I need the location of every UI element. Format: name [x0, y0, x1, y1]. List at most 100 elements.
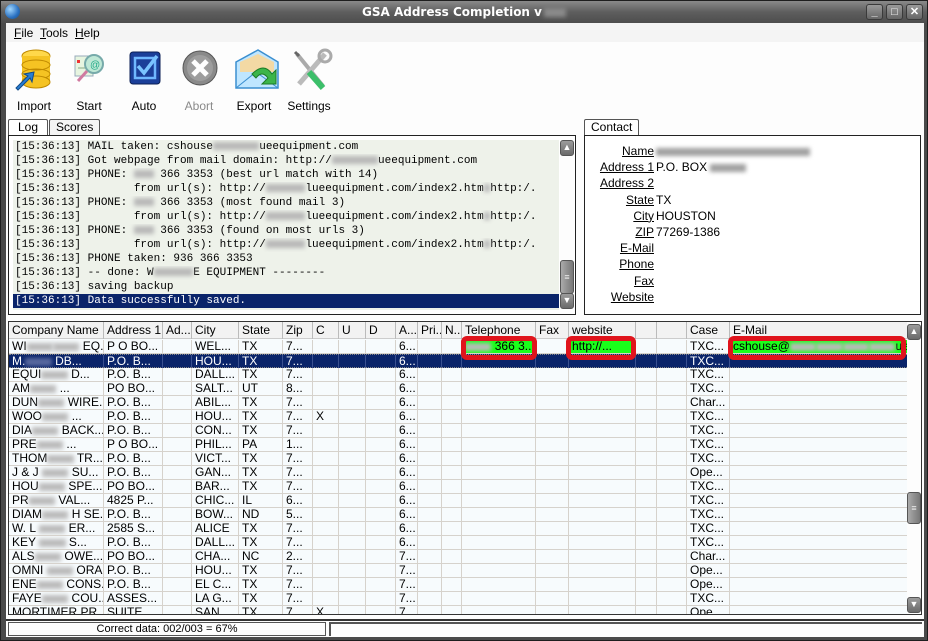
table-cell[interactable] [656, 592, 686, 605]
log-line[interactable]: [15:36:13] from url(s): http://lueequipm… [13, 238, 559, 252]
table-cell[interactable]: TX [238, 564, 282, 577]
tab-log[interactable]: Log [8, 119, 48, 136]
table-cell[interactable]: 6... [282, 494, 312, 507]
table-cell[interactable] [338, 494, 365, 507]
table-cell[interactable] [441, 494, 461, 507]
table-row[interactable]: J & J SU... P.O. B... GAN... TX 7... 6... Ope.… [9, 466, 907, 480]
table-cell[interactable] [338, 452, 365, 465]
table-cell[interactable] [312, 480, 338, 493]
table-cell[interactable] [635, 424, 656, 437]
table-cell[interactable] [365, 494, 395, 507]
table-cell[interactable] [568, 522, 635, 535]
table-cell[interactable] [312, 564, 338, 577]
table-cell[interactable] [461, 466, 535, 479]
table-cell[interactable] [635, 592, 656, 605]
table-cell[interactable] [461, 480, 535, 493]
column-header[interactable] [656, 322, 686, 339]
table-cell[interactable]: FAYE COU... [9, 592, 103, 605]
table-cell[interactable] [338, 606, 365, 614]
table-cell[interactable]: SUITE... [103, 606, 162, 614]
table-cell[interactable] [656, 606, 686, 614]
table-row[interactable]: KEY S... P.O. B... DALL... TX 7... 6... TXC... [9, 536, 907, 550]
table-cell[interactable] [312, 355, 338, 368]
table-cell[interactable] [365, 522, 395, 535]
table-cell[interactable] [535, 368, 568, 381]
table-cell[interactable]: 7... [282, 522, 312, 535]
log-line[interactable]: [15:36:13] saving backup [13, 280, 559, 294]
column-header[interactable]: U [338, 322, 365, 339]
table-cell[interactable]: DIAM H SE... [9, 508, 103, 521]
table-cell[interactable] [312, 340, 338, 353]
contact-label-name[interactable]: Name [622, 144, 654, 158]
table-cell[interactable]: 6... [395, 480, 417, 493]
table-cell[interactable] [417, 578, 441, 591]
table-cell[interactable] [417, 396, 441, 409]
table-cell[interactable] [441, 578, 461, 591]
table-cell[interactable]: LA G... [191, 592, 238, 605]
table-cell[interactable] [441, 424, 461, 437]
table-cell[interactable] [338, 368, 365, 381]
log-list[interactable]: [15:36:13] MAIL taken: cshouse ueequipmen… [13, 140, 559, 310]
table-cell[interactable]: PO BO... [103, 382, 162, 395]
table-cell[interactable]: TX [238, 410, 282, 423]
column-header[interactable]: A... [395, 322, 417, 339]
table-cell[interactable] [656, 382, 686, 395]
table-cell[interactable]: TX [238, 480, 282, 493]
table-cell[interactable] [656, 452, 686, 465]
table-cell[interactable]: 7... [282, 368, 312, 381]
table-cell[interactable] [338, 550, 365, 563]
table-cell[interactable]: TXC... [686, 522, 729, 535]
log-line[interactable]: [15:36:13] MAIL taken: cshouse ueequipmen… [13, 140, 559, 154]
table-cell[interactable] [729, 466, 907, 479]
table-cell[interactable] [568, 564, 635, 577]
table-cell[interactable] [568, 480, 635, 493]
table-cell[interactable] [338, 522, 365, 535]
table-cell[interactable] [729, 494, 907, 507]
table-cell[interactable] [535, 355, 568, 368]
table-cell[interactable] [656, 480, 686, 493]
table-cell[interactable] [312, 396, 338, 409]
table-cell[interactable]: P.O. B... [103, 508, 162, 521]
table-cell[interactable]: BOW... [191, 508, 238, 521]
table-cell[interactable] [461, 355, 535, 368]
table-cell[interactable]: P.O. B... [103, 536, 162, 549]
table-cell[interactable]: TXC... [686, 410, 729, 423]
table-cell[interactable]: P.O. B... [103, 466, 162, 479]
table-cell[interactable]: 7... [282, 480, 312, 493]
table-cell[interactable]: P.O. B... [103, 564, 162, 577]
table-cell[interactable] [312, 508, 338, 521]
column-header[interactable]: Ad... [162, 322, 191, 339]
table-cell[interactable]: P.O. B... [103, 452, 162, 465]
table-cell[interactable] [162, 522, 191, 535]
table-cell[interactable] [312, 494, 338, 507]
table-cell[interactable] [535, 536, 568, 549]
table-cell[interactable] [656, 522, 686, 535]
table-cell[interactable] [441, 340, 461, 353]
table-cell[interactable]: 6... [395, 382, 417, 395]
table-row[interactable]: DIA BACK... P.O. B... CON... TX 7... 6... TXC.… [9, 424, 907, 438]
table-cell[interactable]: P.O. B... [103, 368, 162, 381]
table-cell[interactable] [312, 550, 338, 563]
table-cell[interactable] [162, 452, 191, 465]
table-cell[interactable] [535, 606, 568, 614]
table-cell[interactable]: TX [238, 452, 282, 465]
table-cell[interactable] [535, 550, 568, 563]
table-cell[interactable] [417, 438, 441, 451]
table-cell[interactable]: TX [238, 522, 282, 535]
table-cell[interactable]: NC [238, 550, 282, 563]
table-cell[interactable] [338, 410, 365, 423]
table-cell[interactable] [535, 438, 568, 451]
table-cell[interactable]: 6... [395, 368, 417, 381]
table-cell[interactable]: 366 3... [461, 340, 535, 353]
log-line[interactable]: [15:36:13] PHONE: 366 3353 (best url mat… [13, 168, 559, 182]
column-header[interactable]: N... [441, 322, 461, 339]
table-cell[interactable] [568, 592, 635, 605]
table-cell[interactable] [417, 550, 441, 563]
table-cell[interactable]: 7... [282, 410, 312, 423]
table-cell[interactable] [461, 494, 535, 507]
table-cell[interactable] [461, 424, 535, 437]
table-cell[interactable]: CON... [191, 424, 238, 437]
table-cell[interactable] [635, 480, 656, 493]
table-cell[interactable] [365, 606, 395, 614]
table-cell[interactable] [312, 536, 338, 549]
